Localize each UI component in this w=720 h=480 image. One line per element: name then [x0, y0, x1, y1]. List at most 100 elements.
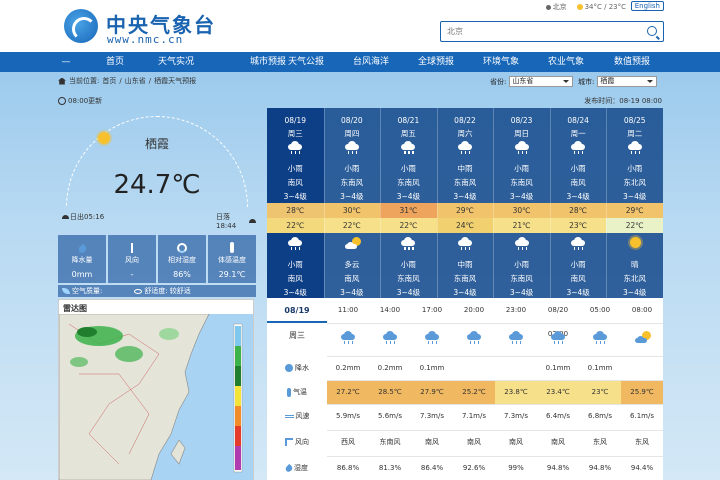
hourly-precip: [621, 356, 663, 380]
radar-map[interactable]: [59, 314, 253, 480]
forecast-night-wind: 东南风: [397, 274, 420, 283]
hourly-precip: [453, 356, 495, 380]
forecast-low: 24℃: [436, 218, 494, 233]
rain-icon: [341, 331, 355, 344]
location-pin-icon: [545, 4, 551, 10]
forecast-low: 21℃: [493, 218, 550, 233]
english-link[interactable]: English: [630, 1, 664, 11]
rain-icon: [571, 141, 586, 154]
forecast-day-08-22[interactable]: 08/22 周六 中雨 东南风 3~4级 29℃ 24℃ 中雨 东南风 3~4级: [436, 108, 494, 298]
wind-vane-icon: [131, 243, 133, 253]
forecast-day-desc: 小雨: [514, 164, 530, 173]
hourly-humidity: 94.4%: [630, 464, 654, 472]
hourly-temp: 27.2℃: [327, 380, 369, 404]
hourly-wind-dir: 南风: [551, 438, 565, 446]
forecast-weekday: 周五: [400, 129, 416, 138]
nav-nwp[interactable]: 数值预报: [604, 52, 660, 72]
comfort-icon: [134, 288, 143, 294]
forecast-weekday: 周三: [287, 129, 303, 138]
province-selector: 省份: 山东省: [490, 76, 574, 87]
hourly-date[interactable]: 08/19: [267, 298, 327, 323]
forecast-low: 23℃: [549, 218, 607, 233]
nav-home[interactable]: 首页: [90, 52, 140, 72]
forecast-weekday: 周日: [514, 129, 530, 138]
nav-weather-bulletin[interactable]: 天气公报: [278, 52, 334, 72]
forecast-day-08-24[interactable]: 08/24 周一 小雨 南风 3~4级 28℃ 23℃ 小雨 南风 3~4级: [549, 108, 607, 298]
forecast-day-level: 3~4级: [283, 192, 307, 201]
forecast-day-wind: 东北风: [623, 178, 646, 187]
hourly-row-label-text: 风向: [295, 438, 309, 446]
nav-typhoon-ocean[interactable]: 台风海洋: [343, 52, 399, 72]
forecast-day-level: 3~4级: [396, 192, 421, 201]
hourly-wind-speed: 6.4m/s: [546, 412, 570, 420]
forecast-night-wind: 东南风: [510, 274, 533, 283]
rain-icon: [425, 331, 439, 344]
forecast-low: 22℃: [267, 218, 324, 233]
update-label: 08:00更新: [68, 97, 103, 105]
rain-icon: [514, 237, 529, 250]
publish-time: 发布时间：08-19 08:00: [584, 97, 662, 105]
location-link[interactable]: 北京: [545, 2, 567, 12]
sunrise-icon: [62, 215, 69, 219]
rain-gauge-icon: [76, 243, 88, 255]
nav-env-meteo[interactable]: 环境气象: [473, 52, 529, 72]
forecast-night-desc: 晴: [630, 260, 639, 269]
stat-humidity: 相对湿度 86%: [158, 235, 206, 283]
search-icon[interactable]: [647, 26, 657, 36]
hourly-row-label: 湿度: [267, 456, 327, 480]
forecast-low: 22℃: [380, 218, 437, 233]
forecast-day-08-21[interactable]: 08/21 周五 小雨 东南风 3~4级 31℃ 22℃ 小雨 东南风 3~4级: [380, 108, 437, 298]
current-city: 栖霞: [144, 137, 169, 151]
search-input[interactable]: [441, 22, 641, 41]
city-select[interactable]: 栖霞: [597, 76, 658, 87]
rain-icon: [288, 141, 303, 154]
forecast-night-wind: 东南风: [453, 274, 477, 283]
rain-icon: [593, 331, 607, 344]
rain-icon: [627, 141, 642, 154]
breadcrumb-label: 当前位置:: [69, 77, 100, 85]
hourly-humidity: 94.8%: [546, 464, 570, 472]
forecast-day-level: 3~4级: [566, 192, 590, 201]
current-stats: 降水量 0mm 风向 - 相对湿度 86% 体感温度 29.1℃: [58, 235, 256, 283]
hourly-wind-dir: 东风: [593, 438, 607, 446]
thermometer-icon: [230, 242, 234, 253]
radar-panel[interactable]: 雷达图: [58, 299, 254, 480]
hourly-humidity: 94.8%: [588, 464, 612, 472]
hourly-wind-speed: 6.1m/s: [630, 412, 654, 420]
nmc-logo-icon[interactable]: [64, 9, 98, 43]
hourly-temp: 27.9℃: [411, 380, 453, 404]
hourly-row-divider: [327, 404, 663, 405]
weather-mini-icon: [576, 4, 583, 10]
forecast-weekday: 周一: [570, 129, 586, 138]
forecast-night-wind: 南风: [344, 274, 360, 283]
hourly-time: 05:00: [589, 306, 611, 314]
forecast-night-level: 3~4级: [396, 288, 421, 297]
forecast-day-desc: 小雨: [287, 164, 303, 173]
forecast-day-08-20[interactable]: 08/20 周四 小雨 东南风 3~4级 30℃ 22℃ 多云 南风 3~4级: [323, 108, 381, 298]
hourly-temp: 28.5℃: [369, 380, 411, 404]
province-select[interactable]: 山东省: [509, 76, 574, 87]
rain-icon: [467, 331, 481, 344]
forecast-day-level: 3~4级: [453, 192, 477, 201]
breadcrumb-home[interactable]: 首页: [102, 76, 116, 86]
forecast-night-desc: 小雨: [287, 260, 303, 269]
nav-weather-obs[interactable]: 天气实况: [148, 52, 204, 72]
nav-agri-meteo[interactable]: 农业气象: [538, 52, 594, 72]
stat-precip: 降水量 0mm: [58, 235, 106, 283]
forecast-day-08-25[interactable]: 08/25 周二 小雨 东北风 3~4级 29℃ 22℃ 晴东北风 3~4级: [606, 108, 663, 298]
hourly-temp: 23℃: [579, 380, 621, 404]
main-nav: — 首页 天气实况 城市预报 天气公报 台风海洋 全球预报 环境气象 农业气象 …: [0, 52, 720, 72]
forecast-day-08-19[interactable]: 08/19 周三 小雨 南风 3~4级 28℃ 22℃ 小雨 南风 3~4级: [267, 108, 324, 298]
nav-menu-toggle[interactable]: —: [52, 52, 80, 72]
forecast-weekday: 周四: [344, 129, 360, 138]
rain-icon: [571, 237, 586, 250]
nav-global-forecast[interactable]: 全球预报: [408, 52, 464, 72]
forecast-divider: [606, 108, 608, 298]
hourly-time: 17:00: [421, 306, 443, 314]
forecast-high: 30℃: [323, 203, 381, 218]
hourly-wind-speed: 5.6m/s: [378, 412, 402, 420]
partly-cloudy-icon: [344, 237, 361, 249]
hourly-wind-speed: 7.3m/s: [420, 412, 444, 420]
breadcrumb-province[interactable]: 山东省: [125, 76, 146, 86]
forecast-day-08-23[interactable]: 08/23 周日 小雨 东南风 3~4级 30℃ 21℃ 小雨 东南风 3~4级: [493, 108, 550, 298]
